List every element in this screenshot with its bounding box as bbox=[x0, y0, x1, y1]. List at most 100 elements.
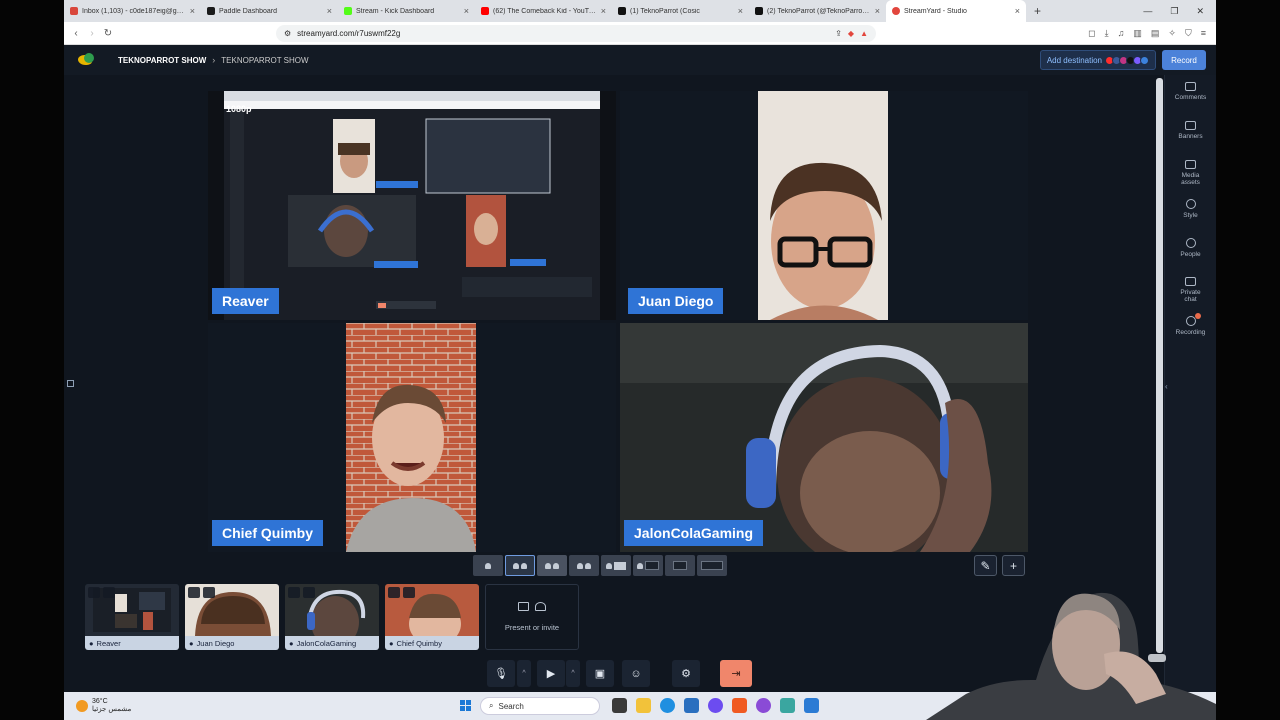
layout-leader-button[interactable] bbox=[537, 555, 567, 576]
sidebar-item-people[interactable]: People bbox=[1165, 231, 1216, 270]
browser-tab[interactable]: Inbox (1,103) - c0de187eig@gmail.com× bbox=[64, 0, 201, 22]
file-explorer-icon[interactable] bbox=[636, 698, 651, 713]
extensions-icon[interactable]: ◻ bbox=[1088, 28, 1095, 39]
share-screen-button[interactable]: ▣ bbox=[586, 660, 614, 687]
people-icon bbox=[1185, 238, 1196, 248]
close-icon[interactable]: × bbox=[1015, 6, 1020, 16]
layout-screen-button[interactable] bbox=[633, 555, 663, 576]
streamyard-icon bbox=[892, 7, 900, 15]
pencil-icon: ✎ bbox=[980, 558, 991, 573]
mic-options-button[interactable]: ^ bbox=[517, 660, 531, 687]
sidebar-item-comments[interactable]: Comments bbox=[1165, 75, 1216, 114]
taskbar-search[interactable]: ⌕ Search bbox=[480, 697, 600, 715]
sidebar-icon[interactable]: ▥ bbox=[1133, 28, 1142, 39]
browser-tab[interactable]: Stream - Kick Dashboard × bbox=[338, 0, 475, 22]
notification-badge bbox=[1195, 313, 1201, 319]
url-field[interactable]: ⚙ streamyard.com/r7uswmf22g ⇪ ◆ ▲ bbox=[276, 24, 876, 42]
close-window-icon[interactable]: ✕ bbox=[1196, 6, 1204, 17]
back-icon[interactable]: ‹ bbox=[68, 28, 84, 39]
settings-button[interactable]: ⚙ bbox=[672, 660, 700, 687]
collapse-sidebar-icon[interactable]: ‹ bbox=[1165, 382, 1168, 391]
breadcrumb[interactable]: TEKNOPARROT SHOW bbox=[221, 56, 308, 65]
close-icon[interactable]: × bbox=[190, 6, 195, 16]
forward-icon[interactable]: › bbox=[84, 28, 100, 39]
wallet-icon[interactable]: ▤ bbox=[1151, 28, 1160, 39]
stage-tile-reaver[interactable]: 1080p Reaver bbox=[208, 91, 616, 320]
backstage-card-jaloncolagaming[interactable]: ● JalonColaGaming bbox=[285, 584, 379, 650]
leave-studio-button[interactable]: ⇥ bbox=[720, 660, 752, 687]
app-icon[interactable] bbox=[804, 698, 819, 713]
sidebar-item-banners[interactable]: Banners bbox=[1165, 114, 1216, 153]
stage-tile-jaloncolagaming[interactable]: JalonColaGaming bbox=[620, 323, 1028, 552]
present-or-invite-card[interactable]: Present or invite bbox=[485, 584, 579, 650]
name-tag: Chief Quimby bbox=[212, 520, 324, 546]
microphone-button[interactable]: 🎙 bbox=[487, 660, 515, 687]
browser-tab[interactable]: (1) TeknoParrot (Cosic × bbox=[612, 0, 749, 22]
show-title[interactable]: TEKNOPARROT SHOW bbox=[118, 56, 206, 65]
sidebar-item-recording[interactable]: Recording bbox=[1165, 309, 1216, 348]
reload-icon[interactable]: ↻ bbox=[100, 28, 116, 39]
rewards-icon[interactable]: ▲ bbox=[860, 29, 868, 38]
scrollbar[interactable] bbox=[1156, 78, 1163, 653]
edit-pencil-button[interactable]: ✎ bbox=[974, 555, 997, 576]
edge-icon[interactable] bbox=[660, 698, 675, 713]
layout-toggle-icon[interactable] bbox=[67, 380, 74, 387]
weather-widget[interactable]: 36°C مشمس جزئيا bbox=[76, 698, 131, 714]
stage-tile-chief-quimby[interactable]: Chief Quimby bbox=[208, 323, 616, 552]
sidebar-item-style[interactable]: Style bbox=[1165, 192, 1216, 231]
name-tag: Reaver bbox=[212, 288, 279, 314]
menu-icon[interactable]: ≡ bbox=[1201, 28, 1206, 39]
invite-button[interactable]: ☺ bbox=[622, 660, 650, 687]
layout-cinema-button[interactable] bbox=[697, 555, 727, 576]
camera-options-button[interactable]: ^ bbox=[566, 660, 580, 687]
download-icon[interactable]: ⤓ bbox=[1105, 28, 1109, 39]
backstage-card-chief-quimby[interactable]: ● Chief Quimby bbox=[385, 584, 479, 650]
destination-avatar-icon bbox=[1140, 55, 1149, 65]
playlist-icon[interactable]: ♫ bbox=[1118, 28, 1125, 39]
layout-pip-button[interactable] bbox=[665, 555, 695, 576]
sidebar-item-private-chat[interactable]: Private chat bbox=[1165, 270, 1216, 309]
layout-sidebar-button[interactable] bbox=[601, 555, 631, 576]
name-tag: Juan Diego bbox=[628, 288, 724, 314]
close-icon[interactable]: × bbox=[875, 6, 880, 16]
backstage-card-juan-diego[interactable]: ● Juan Diego bbox=[185, 584, 279, 650]
layout-solo-button[interactable] bbox=[473, 555, 503, 576]
layout-thin-button[interactable] bbox=[569, 555, 599, 576]
maximize-icon[interactable]: ❐ bbox=[1170, 6, 1178, 17]
new-tab-button[interactable]: + bbox=[1026, 4, 1049, 18]
app-icon[interactable] bbox=[756, 698, 771, 713]
share-icon[interactable]: ⇪ bbox=[835, 29, 842, 38]
app-icon[interactable] bbox=[780, 698, 795, 713]
brave-shield-icon[interactable]: ◆ bbox=[848, 29, 854, 38]
vpn-icon[interactable]: ⛉ bbox=[1185, 28, 1192, 39]
close-icon[interactable]: × bbox=[327, 6, 332, 16]
layout-group-button[interactable] bbox=[505, 555, 535, 576]
add-layout-button[interactable]: + bbox=[1002, 555, 1025, 576]
stage-tile-juan-diego[interactable]: Juan Diego bbox=[620, 91, 1028, 320]
name-tag: JalonColaGaming bbox=[624, 520, 764, 546]
windows-start-icon[interactable] bbox=[460, 700, 471, 711]
screenshare-quality-label: 1080p bbox=[226, 104, 252, 114]
screenshare-preview bbox=[224, 91, 600, 320]
sidebar-item-media-assets[interactable]: Media assets bbox=[1165, 153, 1216, 192]
close-icon[interactable]: × bbox=[601, 6, 606, 16]
add-destination-button[interactable]: Add destination bbox=[1039, 50, 1156, 70]
close-icon[interactable]: × bbox=[738, 6, 743, 16]
discord-icon[interactable] bbox=[708, 698, 723, 713]
close-icon[interactable]: × bbox=[464, 6, 469, 16]
media-icon bbox=[1185, 160, 1196, 169]
webcam-juan-diego bbox=[758, 91, 888, 320]
browser-tab[interactable]: (2) TeknoParrot (@TeknoParrotEmu) × bbox=[749, 0, 886, 22]
browser-tab[interactable]: (62) The Comeback Kid - YouTube × bbox=[475, 0, 612, 22]
browser-tab-active[interactable]: StreamYard - Studio × bbox=[886, 0, 1026, 22]
camera-button[interactable]: ▶ bbox=[537, 660, 565, 687]
backstage-card-reaver[interactable]: ● Reaver bbox=[85, 584, 179, 650]
task-view-icon[interactable] bbox=[612, 698, 627, 713]
brave-icon[interactable] bbox=[732, 698, 747, 713]
record-button[interactable]: Record bbox=[1162, 50, 1206, 70]
store-icon[interactable] bbox=[684, 698, 699, 713]
minimize-icon[interactable]: — bbox=[1143, 6, 1152, 17]
site-info-icon[interactable]: ⚙ bbox=[284, 29, 291, 38]
browser-tab[interactable]: Paddle Dashboard × bbox=[201, 0, 338, 22]
leo-icon[interactable]: ✧ bbox=[1168, 28, 1176, 39]
